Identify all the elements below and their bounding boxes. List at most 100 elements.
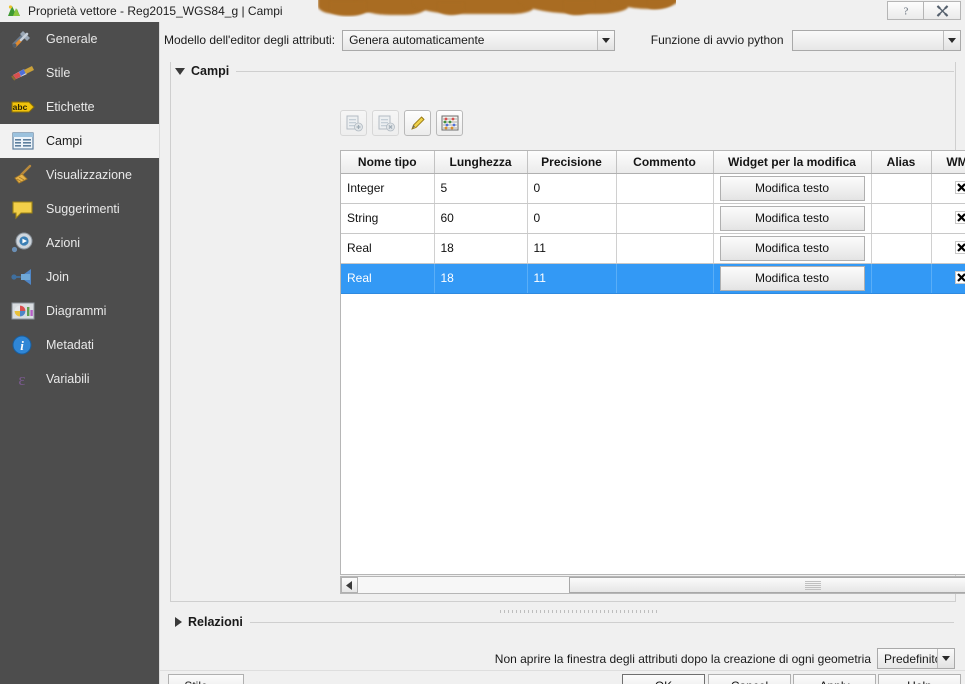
campi-group-title: Campi	[191, 64, 230, 78]
sidebar-item-visualizzazione[interactable]: Visualizzazione	[0, 158, 159, 192]
panel-splitter[interactable]	[500, 609, 680, 613]
fields-table: Nome tipo Lunghezza Precisione Commento …	[341, 151, 965, 294]
fields-table-container[interactable]: Nome tipo Lunghezza Precisione Commento …	[340, 150, 965, 575]
close-button[interactable]	[924, 1, 961, 20]
table-horizontal-scrollbar[interactable]	[340, 576, 965, 594]
sidebar-item-label: Diagrammi	[46, 304, 107, 318]
cell-lunghezza[interactable]: 5	[434, 173, 528, 204]
edit-widget-button[interactable]: Modifica testo	[719, 205, 865, 231]
close-icon	[936, 4, 948, 17]
wms-checkbox[interactable]	[954, 271, 965, 284]
toggle-editing-button[interactable]	[404, 110, 431, 136]
cell-nome-tipo[interactable]: Real	[341, 263, 435, 294]
delete-field-button[interactable]	[372, 110, 399, 136]
style-menu-label: Stile	[184, 679, 207, 684]
suppress-form-combobox[interactable]: Predefinito	[877, 648, 955, 669]
field-calculator-button[interactable]	[436, 110, 463, 136]
cell-lunghezza[interactable]: 18	[434, 233, 528, 264]
cell-precisione[interactable]: 11	[527, 263, 617, 294]
x-mark-icon	[956, 273, 965, 282]
sidebar-item-azioni[interactable]: Azioni	[0, 226, 159, 260]
sidebar-item-stile[interactable]: Stile	[0, 56, 159, 90]
svg-text:?: ?	[903, 6, 908, 17]
delete-field-icon	[378, 115, 395, 132]
cell-alias[interactable]	[871, 263, 932, 294]
cell-commento[interactable]	[616, 203, 714, 234]
abc-label-icon: abc	[10, 95, 36, 119]
edit-widget-button[interactable]: Modifica testo	[719, 235, 865, 261]
column-header-wms[interactable]: WMS	[931, 151, 965, 174]
chevron-down-icon[interactable]	[596, 30, 614, 50]
edit-widget-button[interactable]: Modifica testo	[719, 175, 865, 201]
sidebar-item-label: Variabili	[46, 372, 90, 386]
collapse-chevron-icon[interactable]	[175, 67, 185, 75]
group-divider	[236, 70, 954, 72]
table-row[interactable]: Real 18 11 Modifica testo	[341, 263, 965, 294]
column-header-widget[interactable]: Widget per la modifica	[713, 151, 872, 174]
campi-group-header[interactable]: Campi	[170, 62, 956, 80]
column-header-lunghezza[interactable]: Lunghezza	[434, 151, 528, 174]
sidebar-item-suggerimenti[interactable]: Suggerimenti	[0, 192, 159, 226]
sidebar-item-metadati[interactable]: i Metadati	[0, 328, 159, 362]
column-header-precisione[interactable]: Precisione	[527, 151, 617, 174]
editor-model-combobox[interactable]: Genera automaticamente	[342, 29, 615, 51]
wms-checkbox[interactable]	[954, 181, 965, 194]
window-title: Proprietà vettore - Reg2015_WGS84_g | Ca…	[28, 4, 283, 18]
expand-chevron-icon[interactable]	[175, 617, 182, 627]
cell-alias[interactable]	[871, 173, 932, 204]
cell-widget: Modifica testo	[713, 233, 872, 264]
cancel-button[interactable]: Cancel	[708, 674, 791, 684]
new-field-button[interactable]	[340, 110, 367, 136]
cell-commento[interactable]	[616, 173, 714, 204]
table-row[interactable]: Real 18 11 Modifica testo	[341, 233, 965, 264]
ok-button[interactable]: OK	[622, 674, 705, 684]
table-row[interactable]: Integer 5 0 Modifica testo	[341, 173, 965, 204]
sidebar-item-variabili[interactable]: ε Variabili	[0, 362, 159, 396]
help-button[interactable]: ?	[887, 1, 924, 20]
pencil-icon	[410, 116, 425, 130]
scrollbar-track[interactable]	[358, 577, 965, 593]
cell-wms	[931, 263, 965, 294]
pie-chart-icon	[10, 299, 36, 323]
column-header-alias[interactable]: Alias	[871, 151, 932, 174]
apply-button[interactable]: Apply	[793, 674, 876, 684]
style-menu-button[interactable]: Stile	[168, 674, 244, 684]
cell-nome-tipo[interactable]: Real	[341, 233, 435, 264]
wms-checkbox[interactable]	[954, 241, 965, 254]
x-mark-icon	[956, 183, 965, 192]
table-row[interactable]: String 60 0 Modifica testo	[341, 203, 965, 234]
editor-model-value: Genera automaticamente	[349, 33, 485, 47]
sidebar-item-campi[interactable]: Campi	[0, 124, 159, 158]
sidebar-item-diagrammi[interactable]: Diagrammi	[0, 294, 159, 328]
column-header-nome-tipo[interactable]: Nome tipo	[341, 151, 435, 174]
scrollbar-thumb[interactable]	[569, 577, 965, 593]
cell-alias[interactable]	[871, 233, 932, 264]
scroll-left-button[interactable]	[341, 577, 358, 593]
sidebar-item-join[interactable]: Join	[0, 260, 159, 294]
grip-icon	[805, 580, 821, 590]
chevron-down-icon[interactable]	[943, 30, 960, 50]
help-button-bottom[interactable]: Help	[878, 674, 961, 684]
sidebar-item-generale[interactable]: Generale	[0, 22, 159, 56]
suppress-form-value: Predefinito	[884, 651, 937, 666]
cell-precisione[interactable]: 11	[527, 233, 617, 264]
cell-nome-tipo[interactable]: Integer	[341, 173, 435, 204]
cell-commento[interactable]	[616, 263, 714, 294]
table-header-row: Nome tipo Lunghezza Precisione Commento …	[341, 151, 965, 174]
chevron-down-icon[interactable]	[937, 649, 954, 668]
column-header-commento[interactable]: Commento	[616, 151, 714, 174]
cell-lunghezza[interactable]: 60	[434, 203, 528, 234]
edit-widget-button[interactable]: Modifica testo	[719, 265, 865, 291]
cell-lunghezza[interactable]: 18	[434, 263, 528, 294]
cell-nome-tipo[interactable]: String	[341, 203, 435, 234]
relazioni-group-header[interactable]: Relazioni	[170, 614, 956, 630]
editor-model-label: Modello dell'editor degli attributi:	[164, 33, 336, 47]
cell-alias[interactable]	[871, 203, 932, 234]
info-circle-icon: i	[10, 333, 36, 357]
wms-checkbox[interactable]	[954, 211, 965, 224]
cell-precisione[interactable]: 0	[527, 203, 617, 234]
cell-precisione[interactable]: 0	[527, 173, 617, 204]
python-init-combobox[interactable]	[791, 29, 961, 51]
cell-commento[interactable]	[616, 233, 714, 264]
sidebar-item-etichette[interactable]: abc Etichette	[0, 90, 159, 124]
